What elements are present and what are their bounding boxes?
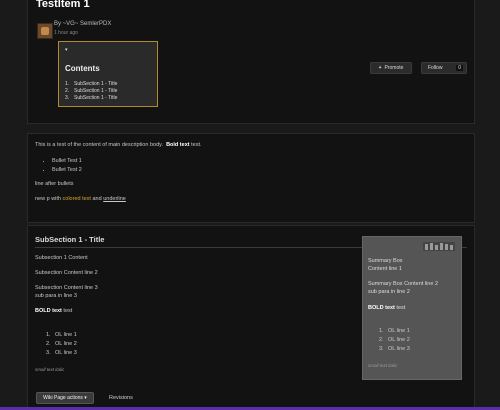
wiki-page-actions-button[interactable]: Wiki Page actions ▾ bbox=[36, 392, 94, 404]
summary-bold-line: BOLD text test bbox=[368, 305, 406, 311]
summary-box: Summary Box Content line 1 Summary Box C… bbox=[362, 236, 462, 380]
table-of-contents: ▾ Contents 1. SubSection 1 - Title 2. SubS… bbox=[58, 41, 158, 107]
author-byline[interactable]: By ~VG~ SemlerPDX bbox=[54, 21, 111, 27]
item-header-card: TestItem 1 By ~VG~ SemlerPDX 1 hour ago … bbox=[27, 0, 475, 124]
list-item: 3. OL line 3 bbox=[46, 350, 77, 356]
line-after-bullets: line after bullets bbox=[35, 181, 74, 187]
list-item: 2. OL line 2 bbox=[46, 341, 77, 347]
bullet-list: Bullet Test 1 Bullet Test 2 bbox=[44, 157, 82, 175]
section-title: SubSection 1 - Title bbox=[35, 235, 105, 244]
promote-button[interactable]: + Promote bbox=[370, 62, 412, 74]
section-bold-line: BOLD text test bbox=[35, 308, 73, 314]
follow-button[interactable]: Follow 0 bbox=[421, 62, 467, 74]
list-item: Bullet Test 2 bbox=[52, 166, 82, 175]
avatar[interactable] bbox=[37, 23, 53, 39]
promote-label: Promote bbox=[384, 65, 404, 71]
small-italic-text: small text italic bbox=[35, 367, 65, 372]
post-time: 1 hour ago bbox=[54, 30, 78, 36]
revisions-link[interactable]: Revisions bbox=[109, 395, 133, 401]
section-sub-para: sub para in line 3 bbox=[35, 293, 77, 299]
summary-line-4: sub para in line 2 bbox=[368, 289, 410, 295]
toc-item[interactable]: 2. SubSection 1 - Title bbox=[65, 88, 117, 95]
list-item: 3. OL line 3 bbox=[379, 346, 410, 352]
toc-item[interactable]: 1. SubSection 1 - Title bbox=[65, 81, 117, 88]
toc-toggle-icon[interactable]: ▾ bbox=[65, 47, 68, 53]
section-content-1: Subsection 1 Content bbox=[35, 255, 88, 261]
page-title: TestItem 1 bbox=[36, 0, 90, 10]
summary-line-1: Summary Box bbox=[368, 258, 403, 264]
toc-item[interactable]: 3. SubSection 1 - Title bbox=[65, 95, 117, 102]
description-card: This is a test of the content of main de… bbox=[27, 133, 475, 223]
section-content-3: Subsection Content line 3 bbox=[35, 285, 98, 291]
toc-title: Contents bbox=[65, 64, 100, 73]
summary-line-2: Content line 1 bbox=[368, 266, 402, 272]
summary-small-italic: small text italic bbox=[368, 363, 398, 368]
colored-paragraph: new p with colored text and underline bbox=[35, 196, 126, 202]
logo-icon bbox=[423, 242, 455, 251]
summary-ordered-list: 1. OL line 1 2. OL line 2 3. OL line 3 bbox=[379, 327, 410, 354]
section-content-2: Subsection Content line 2 bbox=[35, 270, 98, 276]
toc-list: 1. SubSection 1 - Title 2. SubSection 1 - … bbox=[65, 81, 117, 102]
follower-count: 0 bbox=[456, 65, 463, 71]
list-item: 2. OL line 2 bbox=[379, 337, 410, 343]
list-item: 1. OL line 1 bbox=[46, 332, 77, 338]
intro-paragraph: This is a test of the content of main de… bbox=[35, 142, 202, 148]
plus-icon: + bbox=[378, 65, 382, 71]
list-item: 1. OL line 1 bbox=[379, 328, 410, 334]
summary-line-3: Summary Box Content line 2 bbox=[368, 281, 439, 287]
subsection-card: SubSection 1 - Title Subsection 1 Conten… bbox=[27, 225, 475, 410]
list-item: Bullet Test 1 bbox=[52, 157, 82, 166]
follow-label: Follow bbox=[428, 65, 443, 71]
ordered-list: 1. OL line 1 2. OL line 2 3. OL line 3 bbox=[46, 331, 77, 358]
page: TestItem 1 By ~VG~ SemlerPDX 1 hour ago … bbox=[0, 0, 500, 410]
